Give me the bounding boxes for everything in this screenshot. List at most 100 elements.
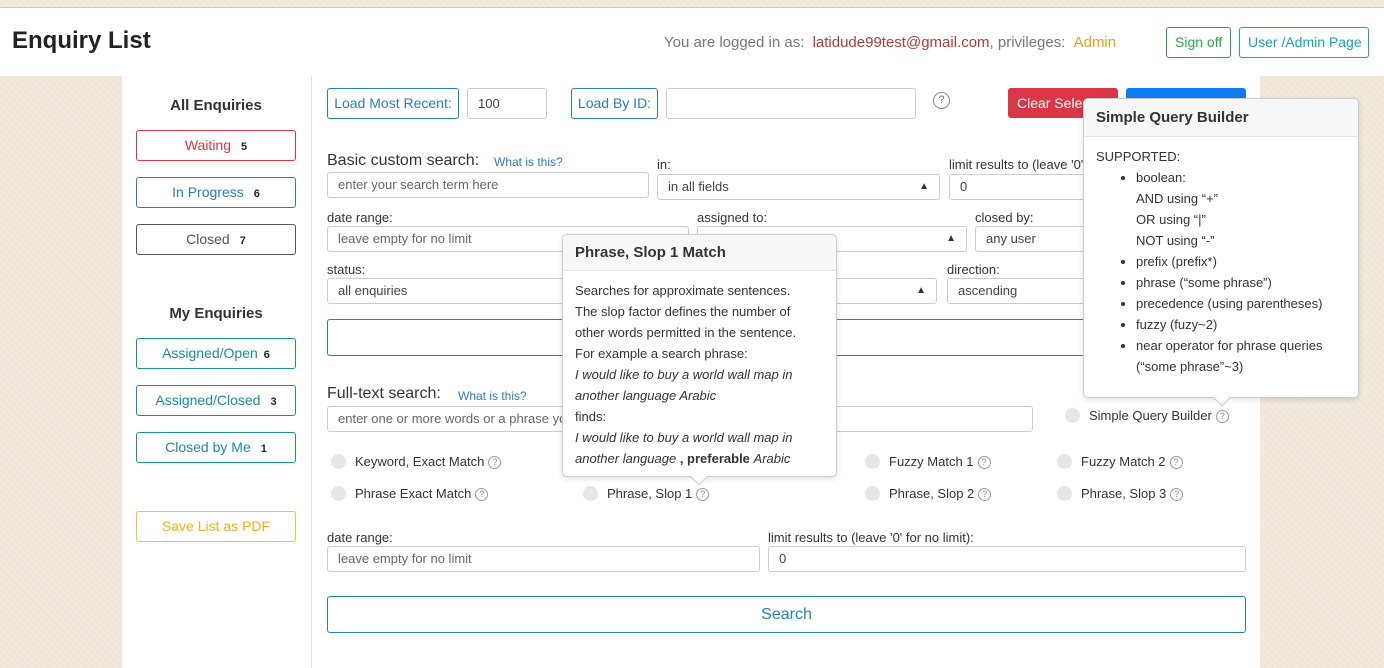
- sidebar-item-label: In Progress: [172, 184, 244, 200]
- list-item: fuzzy (fuzy~2): [1136, 314, 1346, 335]
- radio-button[interactable]: [1057, 454, 1072, 469]
- popover-bold: , preferable: [679, 451, 750, 466]
- help-icon[interactable]: ?: [1170, 488, 1184, 501]
- popover-simple-query-builder: Simple Query Builder SUPPORTED: boolean:…: [1083, 98, 1359, 407]
- my-enquiries-heading: My Enquiries: [169, 305, 263, 322]
- help-icon[interactable]: ?: [978, 488, 992, 501]
- option-phrase-slop-3[interactable]: Phrase, Slop 3?: [1057, 486, 1184, 504]
- sqb-label: Simple Query Builder: [1089, 408, 1212, 423]
- list-item: near operator for phrase queries (“some …: [1136, 335, 1346, 377]
- limit-input[interactable]: 0: [949, 174, 1089, 200]
- popover-example: I would like to buy a world wall map in: [575, 430, 793, 445]
- help-icon[interactable]: ?: [977, 456, 991, 469]
- count-badge: 3: [270, 396, 277, 408]
- privileges-value: Admin: [1073, 34, 1117, 51]
- popover-title: Simple Query Builder: [1084, 99, 1358, 137]
- select-arrow-icon: ▲: [916, 285, 926, 296]
- direction-label: direction:: [947, 262, 1000, 277]
- list-item: precedence (using parentheses): [1136, 293, 1346, 314]
- radio-button[interactable]: [583, 486, 598, 501]
- sidebar-item-closed[interactable]: Closed 7: [136, 224, 296, 255]
- sidebar-item-label: Closed by Me: [165, 439, 251, 455]
- popover-example: I would like to buy a world wall map in: [575, 367, 793, 382]
- sidebar-item-closed-by-me[interactable]: Closed by Me 1: [136, 432, 296, 463]
- list-item: prefix (prefix*): [1136, 251, 1346, 272]
- count-badge: 6: [263, 349, 270, 361]
- basic-search-heading: Basic custom search:: [327, 152, 480, 169]
- in-field-select[interactable]: in all fields ▲: [657, 174, 940, 200]
- user-admin-button[interactable]: User /Admin Page: [1239, 27, 1369, 58]
- count-badge: 5: [241, 141, 248, 153]
- popover-line: other words permitted in the sentence.: [575, 325, 797, 340]
- select-arrow-icon: ▲: [919, 181, 929, 192]
- count-badge: 7: [239, 235, 246, 247]
- fulltext-date-input[interactable]: leave empty for no limit: [327, 546, 760, 572]
- list-item-text: near operator for phrase queries: [1136, 338, 1323, 353]
- load-recent-button[interactable]: Load Most Recent:: [327, 88, 459, 119]
- save-pdf-button[interactable]: Save List as PDF: [136, 511, 296, 542]
- help-icon[interactable]: ?: [475, 488, 489, 501]
- status-value: all enquiries: [338, 283, 408, 298]
- sidebar-item-label: Waiting: [184, 137, 232, 153]
- list-item-text: boolean:: [1136, 170, 1186, 185]
- list-item-text: OR using “|”: [1136, 212, 1206, 227]
- help-icon[interactable]: ?: [696, 488, 710, 501]
- search-term-input[interactable]: enter your search term here: [327, 172, 649, 198]
- sidebar-item-in-progress[interactable]: In Progress 6: [136, 177, 296, 208]
- option-fuzzy-1[interactable]: Fuzzy Match 1?: [865, 454, 991, 472]
- option-phrase-slop-1[interactable]: Phrase, Slop 1?: [583, 486, 710, 504]
- closed-by-select[interactable]: any user: [975, 226, 1090, 252]
- option-phrase-slop-2[interactable]: Phrase, Slop 2?: [865, 486, 992, 504]
- closed-by-label: closed by:: [975, 210, 1034, 225]
- help-icon[interactable]: ?: [488, 456, 502, 469]
- list-item-text: AND using “+”: [1136, 191, 1218, 206]
- option-phrase-exact[interactable]: Phrase Exact Match?: [331, 486, 489, 504]
- basic-whatis-link[interactable]: What is this?: [494, 155, 563, 169]
- radio-button[interactable]: [1065, 408, 1080, 423]
- option-keyword-exact[interactable]: Keyword, Exact Match?: [331, 454, 502, 472]
- sidebar-item-assigned-open[interactable]: Assigned/Open 6: [136, 338, 296, 369]
- radio-button[interactable]: [331, 486, 346, 501]
- option-fuzzy-2[interactable]: Fuzzy Match 2?: [1057, 454, 1183, 472]
- list-item: phrase (“some phrase”): [1136, 272, 1346, 293]
- list-item-text: (“some phrase”~3): [1136, 359, 1244, 374]
- fulltext-date-label: date range:: [327, 530, 393, 545]
- option-label: Phrase Exact Match: [355, 486, 472, 501]
- fulltext-whatis-link[interactable]: What is this?: [458, 389, 527, 403]
- all-enquiries-heading: All Enquiries: [170, 97, 262, 114]
- recent-count-input[interactable]: 100: [467, 88, 547, 119]
- login-info: You are logged in as: latidude99test@gma…: [664, 34, 1116, 51]
- list-item: boolean: AND using “+” OR using “|” NOT …: [1136, 167, 1346, 251]
- popover-title: Phrase, Slop 1 Match: [563, 235, 836, 271]
- search-button[interactable]: Search: [327, 596, 1246, 633]
- radio-button[interactable]: [865, 486, 880, 501]
- radio-button[interactable]: [1057, 486, 1072, 501]
- user-email: latidude99test@gmail.com: [812, 34, 990, 51]
- help-icon[interactable]: ?: [1169, 456, 1183, 469]
- radio-button[interactable]: [865, 454, 880, 469]
- popover-line: For example a search phrase:: [575, 346, 748, 361]
- sidebar-item-waiting[interactable]: Waiting 5: [136, 130, 296, 161]
- status-label: status:: [327, 262, 366, 277]
- option-label: Phrase, Slop 1: [607, 486, 693, 501]
- date-range-label: date range:: [327, 210, 393, 225]
- option-label: Fuzzy Match 2: [1081, 454, 1166, 469]
- help-icon[interactable]: ?: [933, 92, 950, 109]
- radio-button[interactable]: [331, 454, 346, 469]
- sqb-option[interactable]: Simple Query Builder?: [1065, 408, 1229, 426]
- popover-line: SUPPORTED:: [1096, 149, 1181, 164]
- fulltext-heading: Full-text search:: [327, 385, 441, 402]
- limit-label: limit results to (leave '0' for no limit…: [949, 157, 1083, 172]
- help-icon[interactable]: ?: [1215, 410, 1229, 423]
- load-by-id-button[interactable]: Load By ID:: [571, 88, 658, 119]
- sidebar-item-assigned-closed[interactable]: Assigned/Closed 3: [136, 385, 296, 416]
- sidebar-item-label: Closed: [186, 231, 230, 247]
- privileges-label: , privileges:: [989, 34, 1066, 51]
- assigned-to-label: assigned to:: [697, 210, 768, 225]
- select-arrow-icon: ▲: [946, 233, 956, 244]
- fulltext-limit-input[interactable]: 0: [768, 546, 1246, 572]
- direction-select[interactable]: ascending: [947, 278, 1090, 304]
- sign-off-button[interactable]: Sign off: [1166, 27, 1231, 58]
- login-prefix: You are logged in as:: [664, 34, 805, 51]
- id-input[interactable]: [666, 88, 916, 119]
